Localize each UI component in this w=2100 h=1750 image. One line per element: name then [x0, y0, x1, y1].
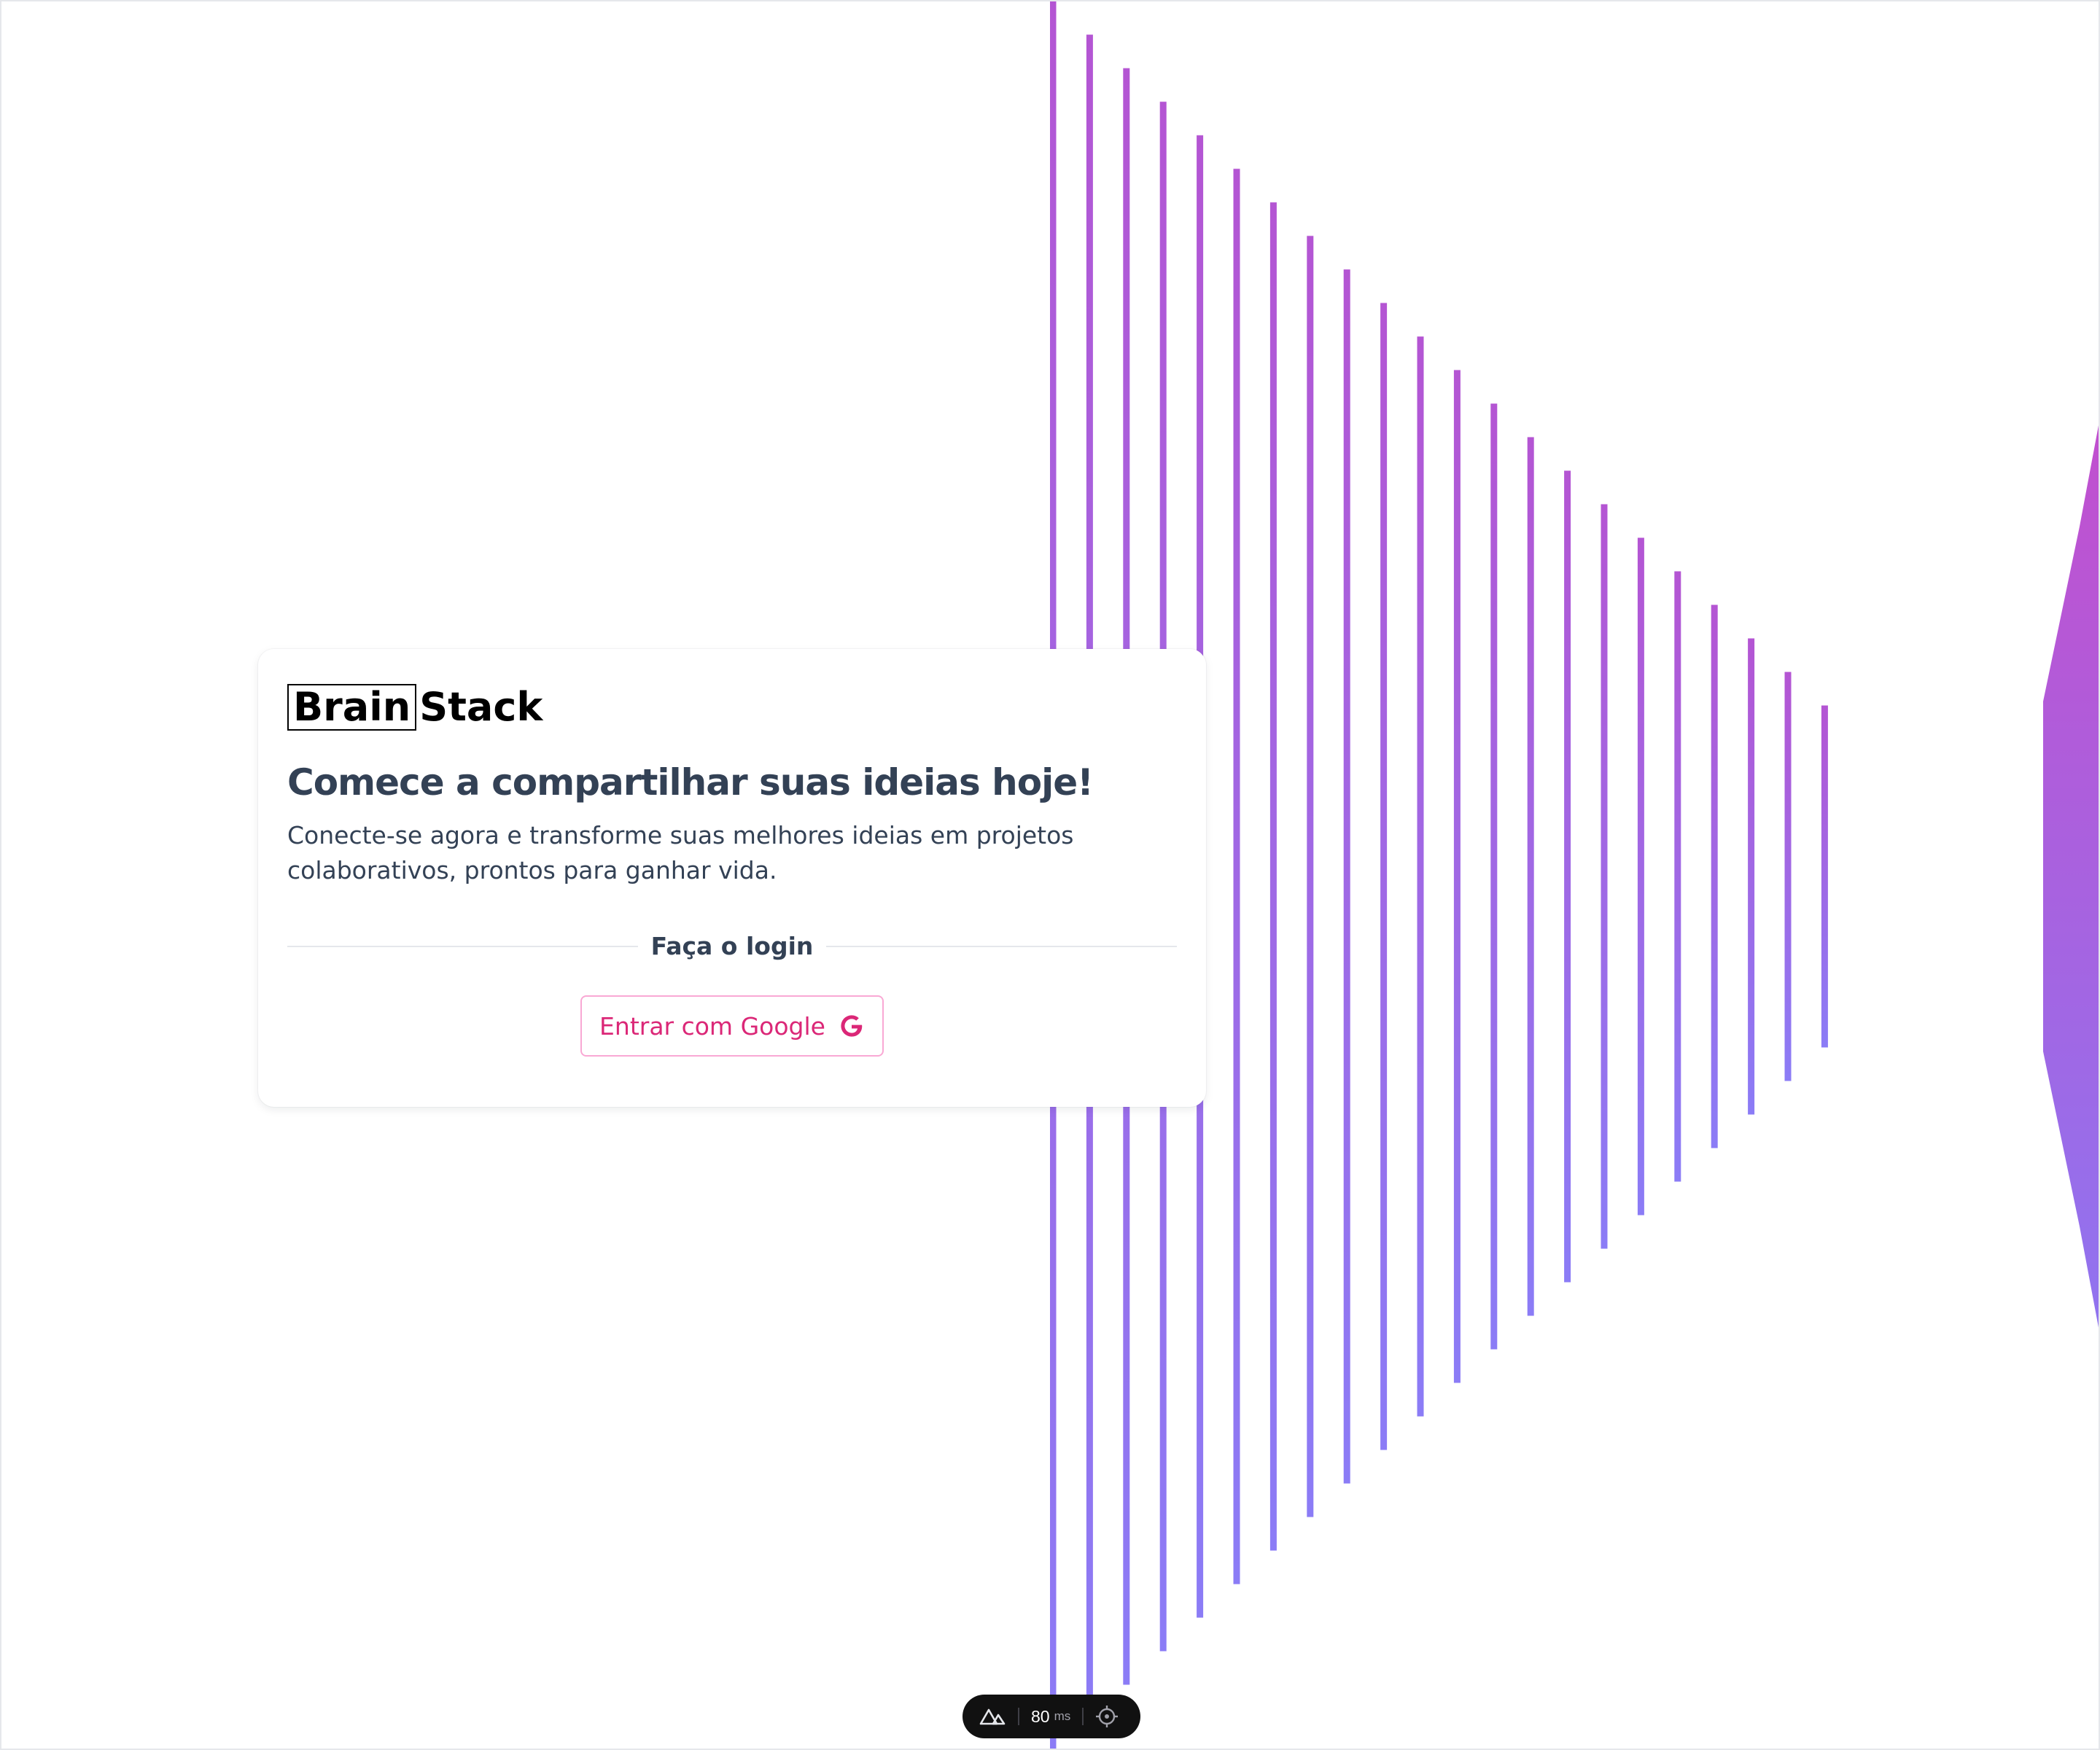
frame-stroke — [1233, 168, 1240, 1584]
page-description: Conecte-se agora e transforme suas melho… — [287, 821, 1074, 884]
login-divider: Faça o login — [287, 932, 1177, 960]
devbar-separator — [1082, 1708, 1084, 1725]
frame-stroke — [1711, 604, 1718, 1148]
logo-brain-text: Brain — [287, 684, 417, 731]
frame-stroke — [1417, 336, 1424, 1417]
render-time-value: 80 — [1031, 1706, 1050, 1726]
decorative-wedge — [2043, 425, 2099, 1328]
google-login-button[interactable]: Entrar com Google — [580, 995, 884, 1057]
render-time-unit: ms — [1054, 1709, 1071, 1723]
frame-stroke — [1343, 269, 1350, 1484]
devtools-floating-bar: 80 ms — [962, 1695, 1140, 1738]
frame-stroke — [1307, 236, 1314, 1517]
divider-line-right — [826, 945, 1177, 947]
frame-stroke — [1269, 202, 1277, 1551]
nuxt-logo-icon[interactable] — [979, 1707, 1006, 1726]
frame-stroke — [1601, 504, 1608, 1249]
login-card: Brain Stack Comece a compartilhar suas i… — [258, 649, 1206, 1107]
frame-stroke — [1821, 705, 1828, 1048]
frame-stroke — [1748, 638, 1755, 1115]
divider-label: Faça o login — [650, 932, 814, 960]
devbar-separator — [1018, 1708, 1019, 1725]
frame-stroke — [1380, 303, 1388, 1450]
google-login-label: Entrar com Google — [599, 1011, 825, 1041]
decorative-background-art — [1050, 1, 2099, 1749]
divider-line-left — [287, 945, 638, 947]
login-page: Brain Stack Comece a compartilhar suas i… — [0, 0, 2100, 1750]
frame-stroke — [1637, 537, 1644, 1216]
page-title: Comece a compartilhar suas ideias hoje! — [287, 761, 1094, 804]
frame-stroke — [1674, 571, 1681, 1182]
frame-stroke — [1527, 437, 1534, 1316]
brainstack-logo: Brain Stack — [287, 684, 1177, 731]
frame-stroke — [1490, 403, 1498, 1350]
frame-stroke — [1453, 370, 1461, 1383]
logo-stack-text: Stack — [419, 684, 543, 730]
nested-frames-pattern — [1050, 1, 2099, 1749]
frame-stroke — [1784, 672, 1792, 1081]
google-icon — [841, 1015, 863, 1037]
frame-stroke — [1564, 470, 1571, 1283]
crosshair-icon[interactable] — [1095, 1705, 1119, 1728]
